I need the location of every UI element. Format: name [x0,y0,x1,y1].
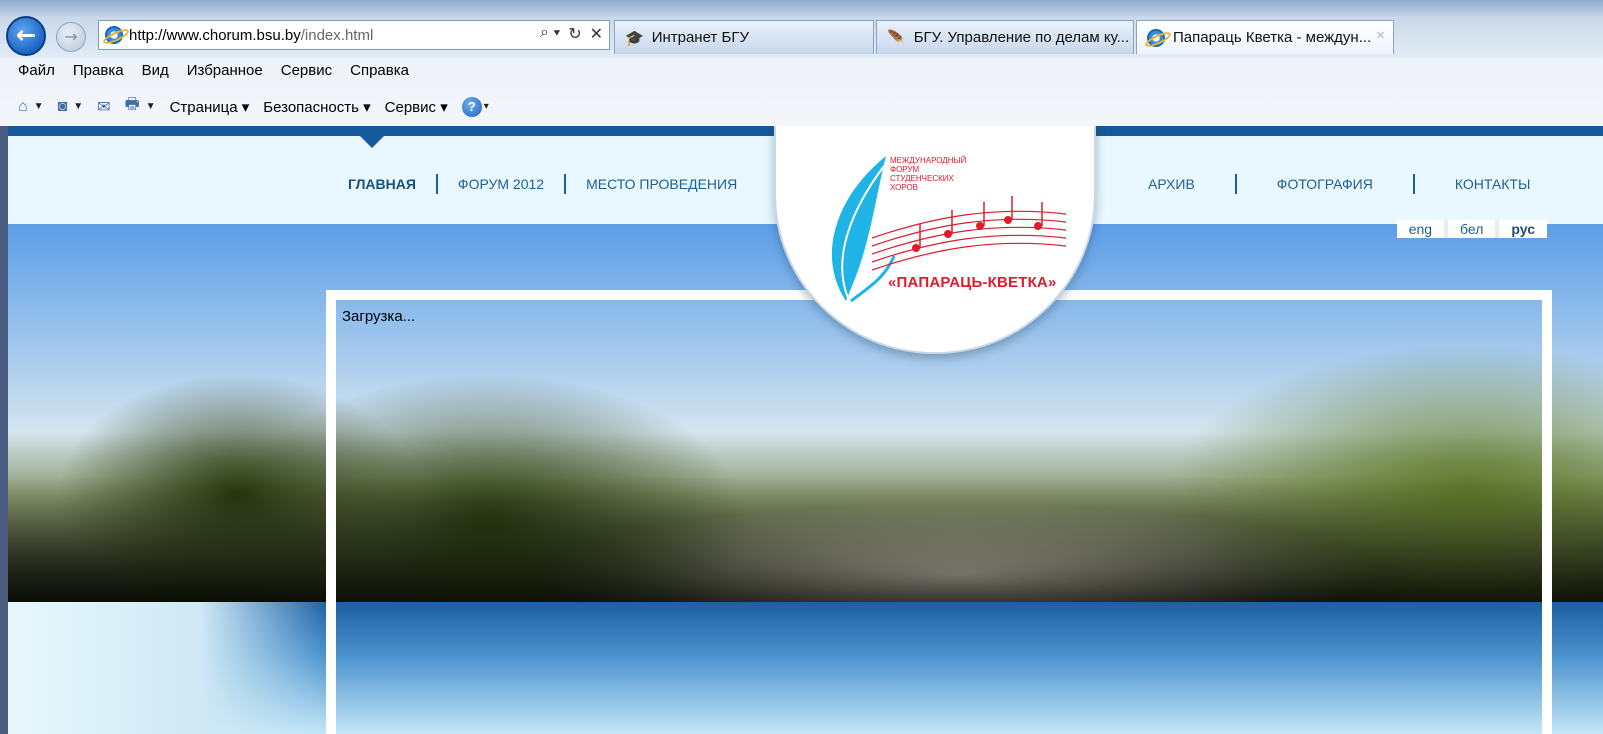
tab-label: Интранет БГУ [651,29,749,46]
ie-page-icon [1147,28,1165,47]
nav-forum-2012[interactable]: ФОРУМ 2012 [438,176,564,192]
feeds-icon[interactable]: ◙ [58,98,68,116]
home-icon[interactable]: ⌂ [18,98,28,116]
feather-icon: 🪶 [887,29,906,47]
close-tab-icon[interactable]: × [1376,27,1385,44]
lang-rus[interactable]: рус [1499,220,1547,238]
menu-favorites[interactable]: Избранное [187,62,263,79]
main-nav-left: ГЛАВНАЯ ФОРУМ 2012 МЕСТО ПРОВЕДЕНИЯ [328,174,757,194]
nav-contacts[interactable]: КОНТАКТЫ [1435,176,1551,192]
nav-divider [1412,174,1415,194]
nav-venue[interactable]: МЕСТО ПРОВЕДЕНИЯ [566,176,757,192]
search-icon[interactable]: ⌕ ▾ [540,24,560,44]
lang-bel[interactable]: бел [1448,220,1500,238]
back-button[interactable]: ← [6,16,46,56]
menu-bar: Файл Правка Вид Избранное Сервис Справка [18,62,409,79]
url-path: /index.html [300,26,374,44]
print-dropdown-icon[interactable]: ▼ [146,101,156,112]
command-bar: ⌂ ▼ ◙ ▼ ✉ 🖶 ▼ Страница ▾ Безопасность ▾ … [18,93,489,120]
address-bar[interactable]: http://www.chorum.bsu.by /index.html ⌕ ▾… [98,20,610,50]
logo-line: ХОРОВ [890,183,919,192]
nav-home[interactable]: ГЛАВНАЯ [328,176,436,192]
menu-tools[interactable]: Сервис [281,62,332,79]
tools-menu-button[interactable]: Сервис ▾ [385,98,448,116]
slideshow-frame: Загрузка... [326,290,1552,734]
safety-menu-button[interactable]: Безопасность ▾ [263,98,370,116]
url-host: http://www.chorum.bsu.by [129,26,301,44]
tab-label: БГУ. Управление по делам ку... [913,29,1130,46]
menu-edit[interactable]: Правка [73,62,124,79]
menu-view[interactable]: Вид [142,62,169,79]
logo-line: ФОРУМ [890,165,920,174]
browser-chrome: ← → http://www.chorum.bsu.by /index.html… [0,0,1603,126]
page-menu-button[interactable]: Страница ▾ [170,98,250,116]
graduation-cap-icon: 🎓 [625,29,644,47]
logo-line: СТУДЕНЧЕСКИХ [890,174,954,183]
loading-text: Загрузка... [342,308,416,325]
home-dropdown-icon[interactable]: ▼ [34,101,44,112]
mail-icon[interactable]: ✉ [97,97,110,117]
logo-line: МЕЖДУНАРОДНЫЙ [890,156,967,165]
web-page: ГЛАВНАЯ ФОРУМ 2012 МЕСТО ПРОВЕДЕНИЯ АРХИ… [8,126,1603,734]
forward-button[interactable]: → [56,22,86,52]
tab-intranet[interactable]: 🎓 Интранет БГУ [614,20,874,54]
nav-divider [1234,174,1237,194]
tab-bsu-culture[interactable]: 🪶 БГУ. Управление по делам ку... [876,20,1134,54]
site-logo[interactable]: МЕЖДУНАРОДНЫЙ ФОРУМ СТУДЕНЧЕСКИХ ХОРОВ «… [774,126,1096,354]
menu-file[interactable]: Файл [18,62,55,79]
menu-help[interactable]: Справка [350,62,409,79]
tab-label: Папараць Кветка - междун... [1173,29,1372,46]
help-dropdown-icon[interactable]: ▾ [484,101,489,112]
help-icon[interactable]: ? [461,96,482,117]
language-switcher: eng бел рус [1396,220,1547,238]
print-icon[interactable]: 🖶 [125,93,140,120]
feeds-dropdown-icon[interactable]: ▼ [73,101,83,112]
refresh-icon[interactable]: ↻ [568,24,581,44]
stop-icon[interactable]: ✕ [590,24,603,44]
ie-page-icon [105,26,123,44]
main-nav-right: АРХИВ ФОТОГРАФИЯ КОНТАКТЫ [1128,174,1550,194]
lake-fade [8,602,328,734]
tab-paparats-kvetka[interactable]: Папараць Кветка - междун... × [1136,20,1394,54]
nav-archive[interactable]: АРХИВ [1128,176,1215,192]
logo-name: «ПАПАРАЦЬ-КВЕТКА» [888,274,1057,291]
logo-title-lines: МЕЖДУНАРОДНЫЙ ФОРУМ СТУДЕНЧЕСКИХ ХОРОВ [890,156,1030,192]
active-nav-pointer [360,136,384,148]
nav-photos[interactable]: ФОТОГРАФИЯ [1257,176,1393,192]
lang-eng[interactable]: eng [1397,220,1449,238]
